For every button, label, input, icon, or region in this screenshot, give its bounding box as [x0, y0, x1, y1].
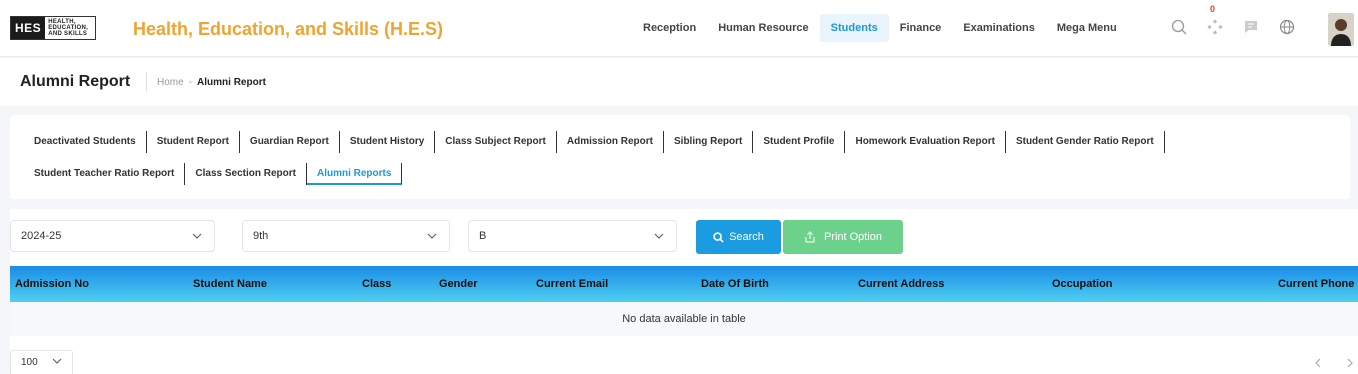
page-heading: Alumni Report Home - Alumni Report [0, 58, 1358, 106]
report-tabs-card: Deactivated Students Student Report Guar… [10, 115, 1350, 199]
nav-item-examinations[interactable]: Examinations [952, 14, 1046, 42]
column-header-gender[interactable]: Gender [439, 266, 478, 302]
section-select-value: B [479, 230, 487, 242]
column-header-admission-no[interactable]: Admission No [15, 266, 89, 302]
table-empty-message: No data available in table [10, 302, 1358, 336]
column-header-class[interactable]: Class [362, 266, 391, 302]
tab-guardian-report[interactable]: Guardian Report [240, 131, 340, 153]
page-title: Alumni Report [20, 73, 131, 90]
print-option-button[interactable]: Print Option [783, 220, 903, 254]
chat-icon[interactable] [1236, 12, 1266, 42]
column-header-current-address[interactable]: Current Address [858, 266, 944, 302]
breadcrumb-separator: - [188, 77, 193, 88]
search-icon[interactable] [1164, 12, 1194, 42]
breadcrumb-current: Alumni Report [197, 77, 266, 88]
search-button[interactable]: Search [696, 220, 781, 254]
app-title: Health, Education, and Skills (H.E.S) [133, 19, 444, 39]
class-select[interactable]: 9th [242, 220, 450, 252]
session-select[interactable]: 2024-25 [10, 220, 215, 252]
tab-admission-report[interactable]: Admission Report [557, 131, 664, 153]
column-header-date-of-birth[interactable]: Date Of Birth [701, 266, 769, 302]
column-header-current-phone[interactable]: Current Phone [1278, 266, 1354, 302]
search-icon [713, 231, 724, 243]
tab-student-profile[interactable]: Student Profile [753, 131, 846, 153]
logo-words: HEALTH, EDUCATION, AND SKILLS [48, 19, 89, 37]
user-avatar[interactable] [1328, 13, 1354, 46]
chevron-down-icon [654, 233, 664, 239]
report-tabs-row-1: Deactivated Students Student Report Guar… [24, 131, 1165, 153]
chevron-down-icon [52, 358, 62, 364]
column-header-student-name[interactable]: Student Name [193, 266, 267, 302]
tab-alumni-reports[interactable]: Alumni Reports [306, 163, 403, 185]
main-nav: Reception Human Resource Students Financ… [632, 14, 1128, 42]
tab-student-gender-ratio-report[interactable]: Student Gender Ratio Report [1006, 131, 1165, 153]
page-size-value: 100 [21, 357, 38, 368]
section-select[interactable]: B [468, 220, 677, 252]
pagination-next[interactable] [1346, 356, 1354, 371]
nav-item-students[interactable]: Students [819, 14, 889, 42]
chevron-left-icon [1315, 358, 1321, 368]
chevron-right-icon [1347, 358, 1353, 368]
print-option-label: Print Option [823, 231, 883, 243]
breadcrumb: Home - Alumni Report [157, 77, 266, 88]
nav-item-reception[interactable]: Reception [632, 14, 707, 42]
breadcrumb-divider [146, 72, 147, 92]
diamond-dots-icon[interactable]: 0 [1200, 4, 1230, 42]
column-header-current-email[interactable]: Current Email [536, 266, 608, 302]
chevron-down-icon [192, 233, 202, 239]
chevron-down-icon [427, 233, 437, 239]
upload-icon [805, 231, 815, 243]
tab-sibling-report[interactable]: Sibling Report [664, 131, 754, 153]
search-button-label: Search [729, 231, 764, 243]
report-tabs-row-2: Student Teacher Ratio Report Class Secti… [24, 163, 403, 185]
tab-student-history[interactable]: Student History [340, 131, 436, 153]
tab-class-subject-report[interactable]: Class Subject Report [435, 131, 557, 153]
nav-item-human-resource[interactable]: Human Resource [707, 14, 819, 42]
session-select-value: 2024-25 [21, 230, 62, 242]
hes-logo[interactable]: HES HEALTH, EDUCATION, AND SKILLS [10, 16, 96, 40]
notification-badge: 0 [1210, 4, 1216, 14]
header-icons: 0 [1164, 4, 1308, 42]
tab-student-teacher-ratio-report[interactable]: Student Teacher Ratio Report [24, 163, 186, 185]
breadcrumb-home[interactable]: Home [157, 77, 184, 88]
globe-icon[interactable] [1272, 12, 1302, 42]
logo-short: HES [11, 17, 46, 39]
nav-item-mega-menu[interactable]: Mega Menu [1046, 14, 1128, 42]
pagination-prev[interactable] [1314, 356, 1322, 371]
class-select-value: 9th [253, 230, 269, 242]
tab-homework-evaluation-report[interactable]: Homework Evaluation Report [845, 131, 1006, 153]
top-header: HES HEALTH, EDUCATION, AND SKILLS Health… [0, 0, 1358, 57]
nav-item-finance[interactable]: Finance [889, 14, 953, 42]
page-size-select[interactable]: 100 [10, 350, 73, 374]
table-header: Admission No Student Name Class Gender C… [10, 266, 1358, 302]
tab-student-report[interactable]: Student Report [147, 131, 240, 153]
column-header-occupation[interactable]: Occupation [1052, 266, 1113, 302]
tab-class-section-report[interactable]: Class Section Report [185, 163, 307, 185]
tab-deactivated-students[interactable]: Deactivated Students [24, 131, 147, 153]
